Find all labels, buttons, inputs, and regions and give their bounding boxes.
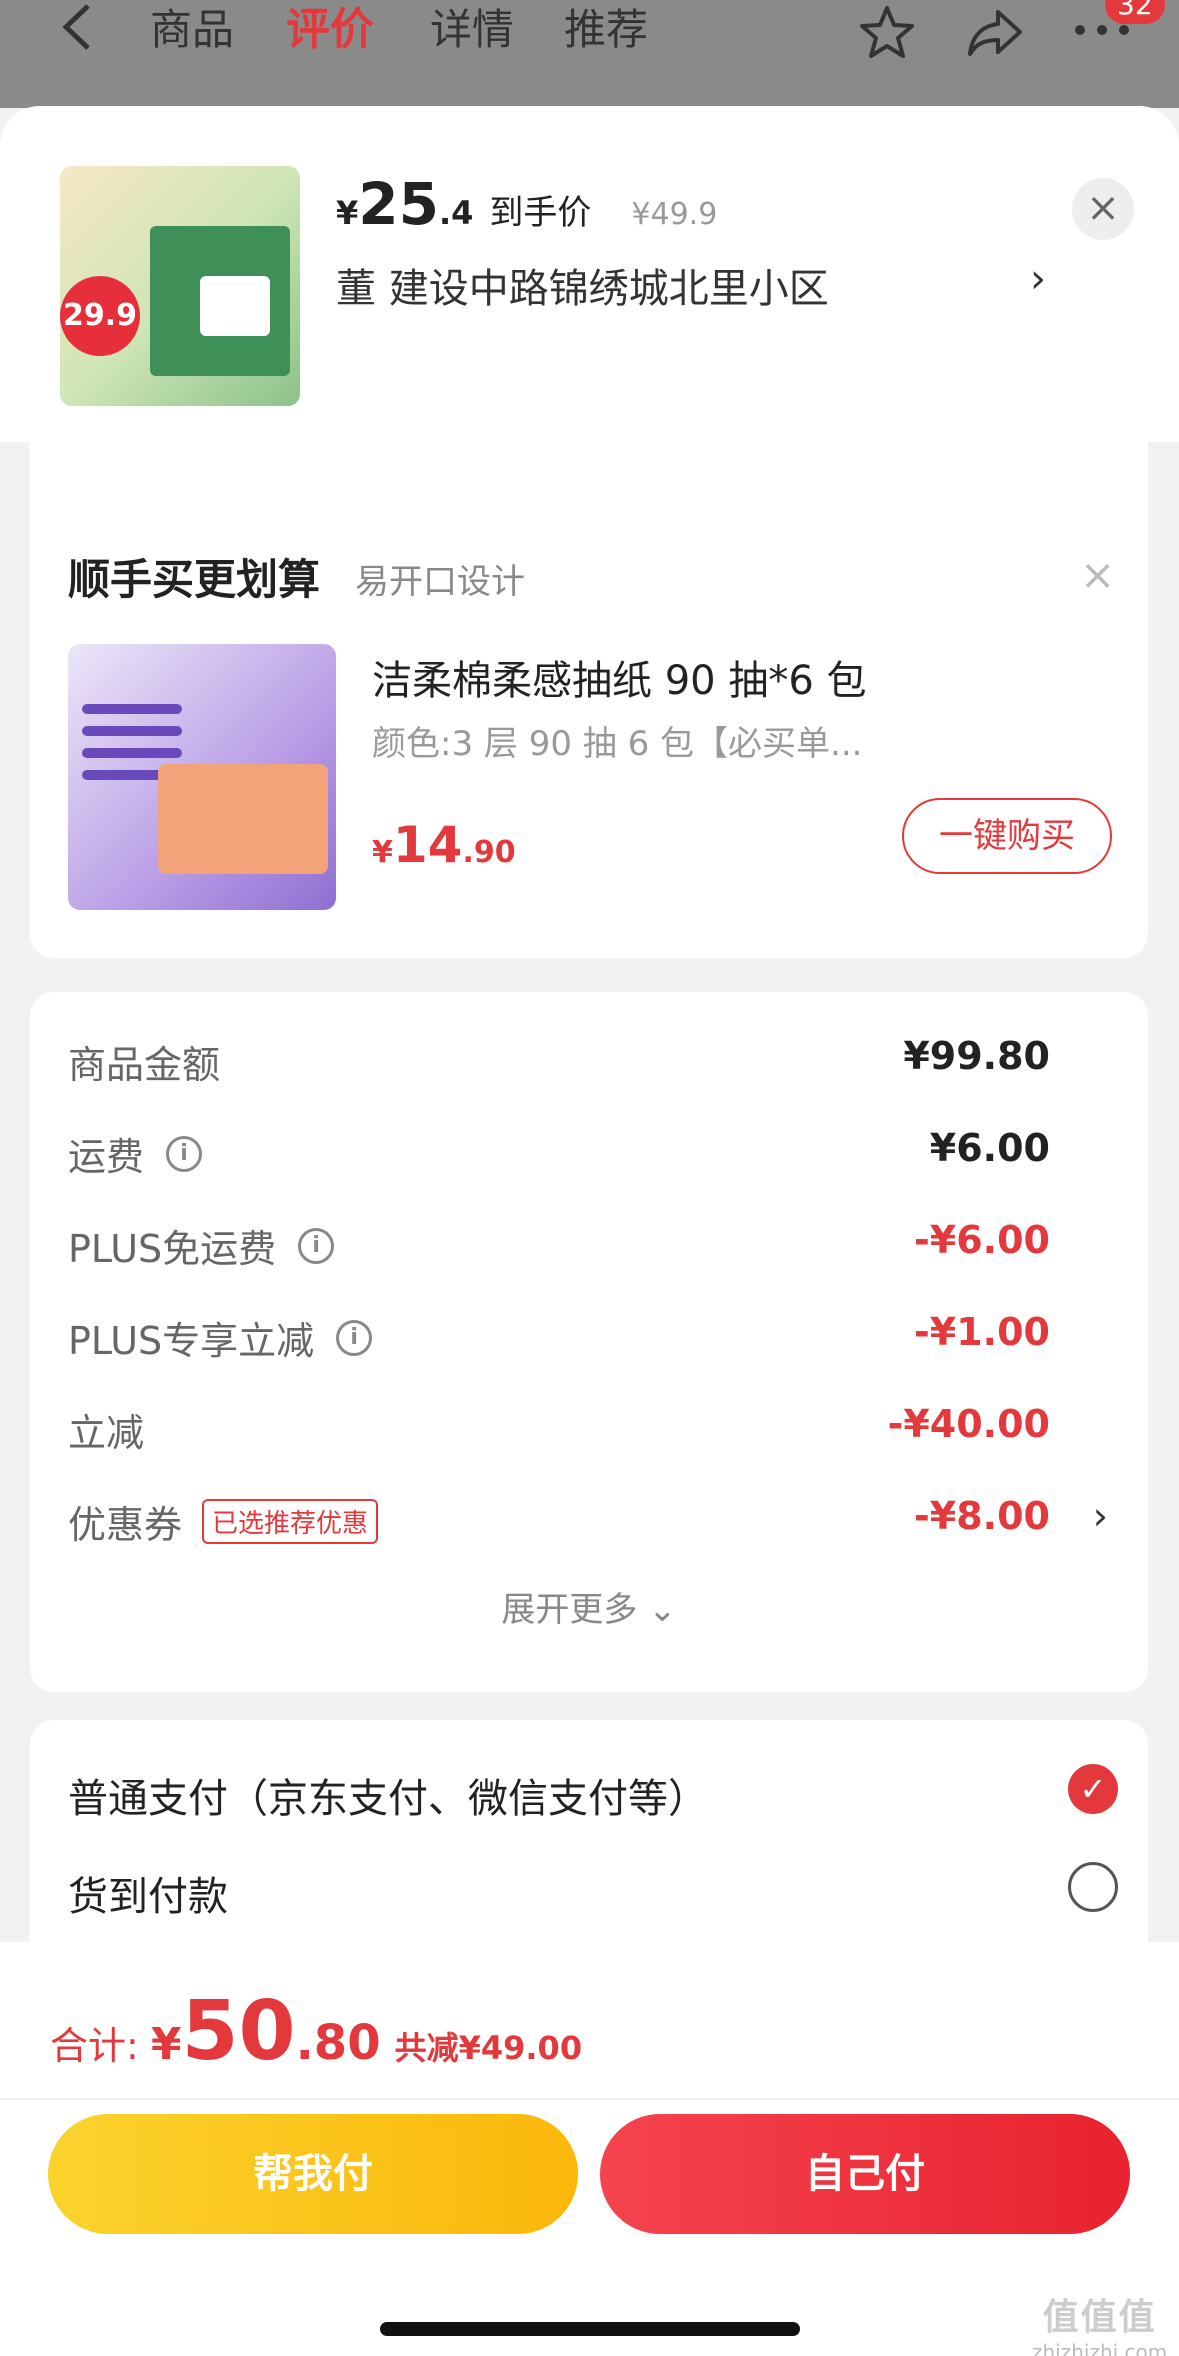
addon-product-spec[interactable]: 颜色:3 层 90 抽 6 包【必买单...	[372, 716, 862, 765]
row-label: 立减	[68, 1411, 145, 1455]
currency-symbol: ¥	[372, 835, 393, 870]
total-decimal: .80	[295, 2015, 381, 2071]
share-icon[interactable]	[966, 4, 1024, 76]
row-value: -¥1.00	[914, 1310, 1050, 1354]
addon-price: ¥ 14 .90	[372, 816, 516, 874]
checkout-sheet: 29.9 ¥ 25 .4 到手价 ¥49.9 董 建设中路锦绣城北里小区 › ×…	[0, 106, 1179, 2356]
payment-option-label: 普通支付（京东支付、微信支付等）	[68, 1776, 708, 1822]
price-breakdown-card: 商品金额 ¥99.80 运费 i ¥6.00 PLUS免运费 i -¥6.00 PL…	[30, 992, 1148, 1692]
row-label: 商品金额	[68, 1043, 221, 1087]
row-value: -¥6.00	[914, 1218, 1050, 1262]
watermark-site: zhizhizhi.com	[1032, 2340, 1168, 2356]
tab-recommend[interactable]: 推荐	[564, 2, 648, 58]
tab-details[interactable]: 详情	[430, 2, 514, 58]
close-button[interactable]: ×	[1072, 178, 1134, 240]
row-value: ¥99.80	[903, 1034, 1050, 1078]
bottom-action-bar: 合计: ¥ 50 .80 共减¥49.00 帮我付 自己付 值值值 zhizhi…	[0, 1942, 1179, 2356]
chevron-right-icon[interactable]: ›	[1030, 256, 1046, 302]
total-integer: 50	[181, 1984, 296, 2079]
tab-reviews[interactable]: 评价	[286, 2, 374, 58]
row-value: ¥6.00	[929, 1126, 1050, 1170]
currency-symbol: ¥	[150, 2019, 182, 2070]
row-instant-discount: 立减 -¥40.00	[68, 1398, 1108, 1458]
product-thumbnail: 29.9	[60, 166, 300, 406]
price-integer: 25	[358, 170, 439, 238]
original-price: ¥49.9	[631, 197, 718, 232]
pay-myself-button[interactable]: 自己付	[600, 2114, 1130, 2234]
watermark: 值值值 zhizhizhi.com	[1032, 2288, 1167, 2356]
addon-product-image[interactable]	[68, 644, 336, 910]
delivery-address[interactable]: 董 建设中路锦绣城北里小区	[336, 256, 829, 314]
tissue-graphic	[200, 276, 270, 336]
buy-together-subtitle: 易开口设计	[355, 562, 525, 602]
home-indicator[interactable]	[380, 2322, 800, 2336]
row-goods-amount: 商品金额 ¥99.80	[68, 1030, 1108, 1090]
chevron-right-icon[interactable]: ›	[1093, 1494, 1108, 1538]
watermark-logo: 值值值	[1042, 2297, 1157, 2338]
row-plus-discount: PLUS专享立减 i -¥1.00	[68, 1306, 1108, 1366]
tissue-pack-graphic	[158, 764, 328, 874]
thumb-price-badge: 29.9	[60, 276, 140, 356]
help-me-pay-button[interactable]: 帮我付	[48, 2114, 578, 2234]
coupon-tag: 已选推荐优惠	[202, 1499, 379, 1544]
row-coupon[interactable]: 优惠券 已选推荐优惠 -¥8.00 ›	[68, 1490, 1108, 1550]
total-savings: 共减¥49.00	[394, 2029, 583, 2067]
product-header: 29.9 ¥ 25 .4 到手价 ¥49.9 董 建设中路锦绣城北里小区 › ×	[0, 106, 1179, 442]
buy-together-title: 顺手买更划算	[68, 555, 321, 604]
payment-option-label: 货到付款	[68, 1874, 228, 1920]
info-icon[interactable]: i	[166, 1135, 203, 1172]
buy-together-card: 顺手买更划算 易开口设计 × 洁柔棉柔感抽纸 90 抽*6 包 颜色:3 层 9…	[30, 498, 1148, 958]
row-shipping: 运费 i ¥6.00	[68, 1122, 1108, 1182]
price-label: 到手价	[489, 193, 592, 233]
back-icon[interactable]	[58, 2, 98, 52]
top-nav: 商品 评价 详情 推荐 32	[0, 0, 1179, 108]
row-value: -¥40.00	[887, 1402, 1050, 1446]
total-price: 合计: ¥ 50 .80 共减¥49.00	[50, 1984, 582, 2079]
row-plus-free-shipping: PLUS免运费 i -¥6.00	[68, 1214, 1108, 1274]
price-integer: 14	[392, 816, 463, 874]
row-label: 运费	[68, 1135, 145, 1179]
notification-badge: 32	[1105, 0, 1165, 24]
star-icon[interactable]	[858, 4, 916, 76]
payment-option-normal[interactable]: 普通支付（京东支付、微信支付等） ✓	[68, 1764, 1118, 1824]
expand-more-button[interactable]: 展开更多 ⌄	[30, 1582, 1148, 1631]
divider	[0, 2098, 1179, 2100]
addon-product-name[interactable]: 洁柔棉柔感抽纸 90 抽*6 包	[372, 648, 867, 706]
row-label: PLUS免运费	[68, 1227, 277, 1271]
row-label: PLUS专享立减	[68, 1319, 315, 1363]
price-decimal: .90	[462, 835, 516, 870]
tab-product[interactable]: 商品	[150, 2, 234, 58]
total-label: 合计:	[50, 2024, 139, 2068]
info-icon[interactable]: i	[336, 1319, 373, 1356]
price-decimal: .4	[438, 194, 474, 232]
currency-symbol: ¥	[336, 194, 359, 232]
radio-checked-icon[interactable]: ✓	[1068, 1764, 1118, 1814]
payment-option-cod[interactable]: 货到付款	[68, 1862, 1118, 1922]
info-icon[interactable]: i	[298, 1227, 335, 1264]
row-label: 优惠券	[68, 1503, 183, 1547]
one-click-buy-button[interactable]: 一键购买	[902, 798, 1112, 874]
final-price: ¥ 25 .4 到手价 ¥49.9	[336, 170, 717, 238]
close-icon[interactable]: ×	[1080, 550, 1115, 599]
row-value: -¥8.00	[914, 1494, 1050, 1538]
radio-unchecked-icon[interactable]	[1068, 1862, 1118, 1912]
